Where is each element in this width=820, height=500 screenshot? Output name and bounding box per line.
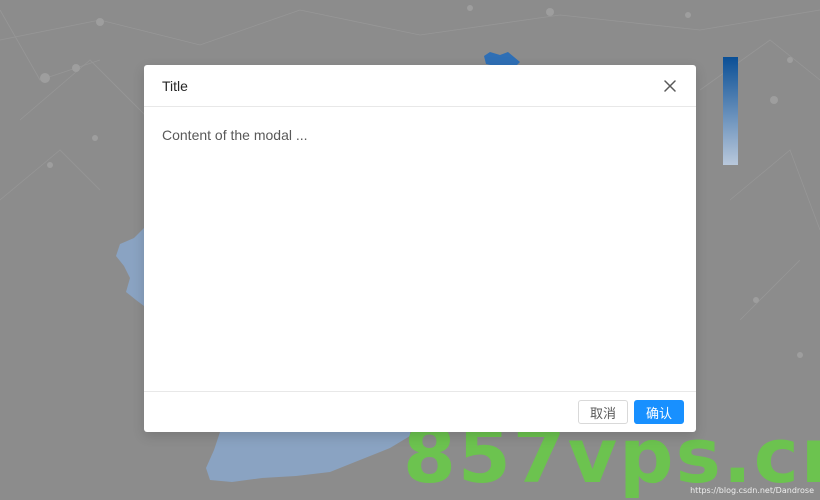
- modal-footer: 取消 确认: [144, 391, 696, 432]
- close-button[interactable]: [660, 76, 680, 96]
- modal-header: Title: [144, 65, 696, 107]
- modal-body: Content of the modal ...: [144, 107, 696, 391]
- confirm-button[interactable]: 确认: [633, 400, 684, 424]
- modal-dialog: Title Content of the modal ... 取消 确认: [144, 65, 696, 432]
- modal-title: Title: [162, 77, 188, 94]
- close-icon: [664, 80, 676, 92]
- modal-content-text: Content of the modal ...: [162, 127, 308, 143]
- cancel-button[interactable]: 取消: [577, 400, 628, 424]
- credit-url: https://blog.csdn.net/Dandrose: [690, 486, 814, 495]
